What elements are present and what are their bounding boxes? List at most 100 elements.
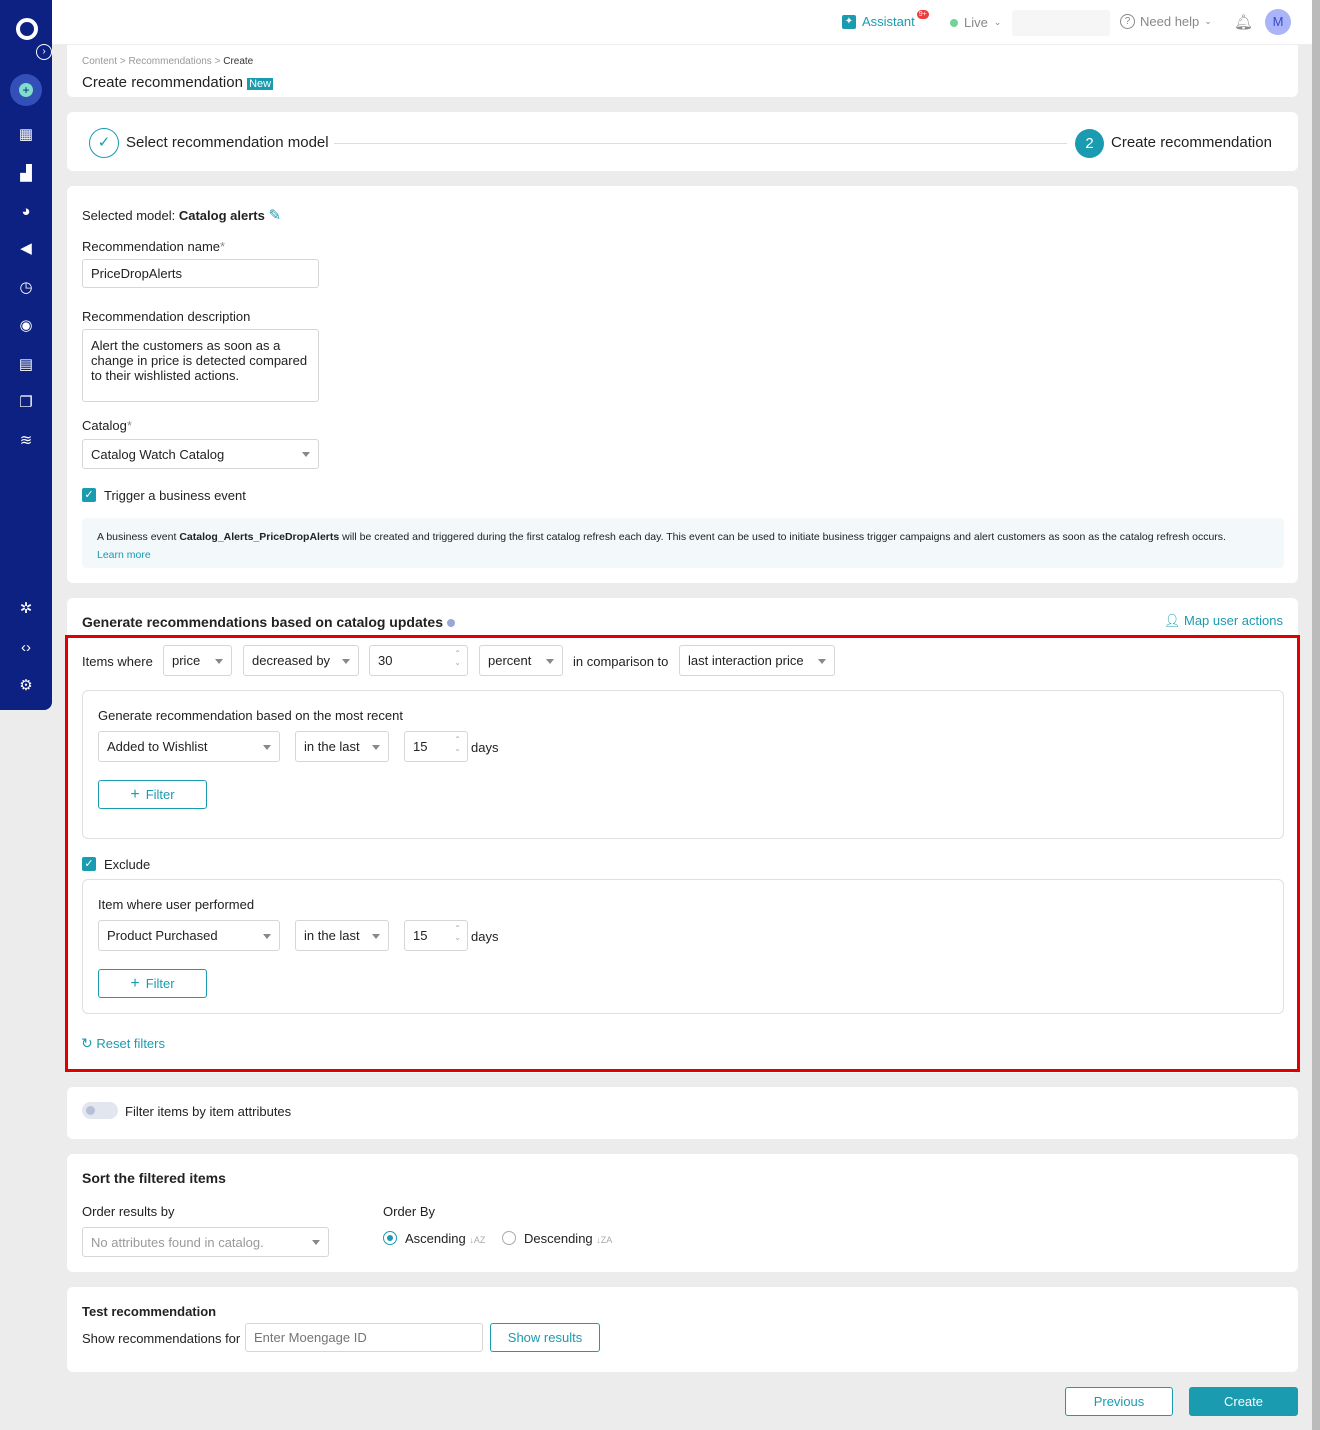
breadcrumb-content[interactable]: Content <box>82 56 117 67</box>
catalog-dropdown[interactable]: Catalog Watch Catalog <box>82 439 319 469</box>
plus-icon: + <box>130 974 140 992</box>
live-status-dot <box>950 18 958 27</box>
exclude-label: Exclude <box>104 857 151 872</box>
test-title: Test recommendation <box>82 1304 217 1319</box>
user-icon[interactable]: ◉ <box>17 317 35 335</box>
event-name: Catalog_Alerts_PriceDropAlerts <box>179 531 340 543</box>
dashboard-icon[interactable]: ▦ <box>17 126 35 144</box>
campaign-icon[interactable]: ◀ <box>17 240 35 258</box>
create-icon[interactable]: + <box>10 74 42 106</box>
gallery-icon[interactable]: ❐ <box>17 394 35 412</box>
database-icon[interactable]: ≋ <box>17 432 35 450</box>
sort-desc-icon: ↓ZA <box>596 1235 613 1245</box>
timer-icon[interactable]: ◷ <box>17 279 35 297</box>
chevron-down-icon: ⌄ <box>993 17 1002 27</box>
trigger-event-checkbox[interactable]: ✓ <box>82 488 96 502</box>
details-card: Selected model: Catalog alerts ✎ Recomme… <box>67 186 1298 583</box>
create-button[interactable]: Create <box>1189 1387 1298 1416</box>
info-icon[interactable] <box>446 619 455 627</box>
breadcrumb-recommendations[interactable]: Recommendations <box>128 56 211 67</box>
name-label: Recommendation name* <box>82 239 226 254</box>
chevron-down-icon: ⌄ <box>1204 16 1212 26</box>
sort-asc-icon: ↓AZ <box>469 1235 486 1245</box>
recommendation-name-input[interactable]: PriceDropAlerts <box>82 259 319 288</box>
attribute-filter-toggle[interactable] <box>82 1102 118 1119</box>
help-icon: ? <box>1120 14 1135 29</box>
new-badge: New <box>247 78 274 90</box>
recent-label: Generate recommendation based on the mos… <box>98 708 403 723</box>
comparison-dropdown[interactable]: last interaction price <box>679 645 835 676</box>
settings-icon[interactable]: ⚙ <box>17 677 35 695</box>
breadcrumb-create: Create <box>223 56 254 67</box>
recent-action-dropdown[interactable]: Added to Wishlist <box>98 731 280 762</box>
trigger-event-label: Trigger a business event <box>104 488 246 503</box>
plus-icon: + <box>130 785 140 803</box>
exclude-days-input[interactable]: 15 <box>404 920 468 951</box>
environment-dropdown[interactable]: Live ⌄ <box>950 15 1001 30</box>
assistant-icon: ✦ <box>842 14 856 29</box>
notification-badge: 9+ <box>916 10 929 19</box>
code-icon[interactable]: ‹› <box>17 639 35 657</box>
reset-icon: ↻ <box>81 1035 93 1051</box>
recent-days-input[interactable]: 15 <box>404 731 468 762</box>
avatar[interactable]: M <box>1265 9 1291 35</box>
catalog-label: Catalog* <box>82 418 132 433</box>
learn-more-link[interactable]: Learn more <box>97 549 151 561</box>
add-exclude-filter-button[interactable]: + Filter <box>98 969 207 998</box>
workspace-selector[interactable] <box>1012 10 1110 36</box>
scrollbar[interactable] <box>1312 0 1320 1430</box>
moengage-id-input[interactable] <box>245 1323 483 1352</box>
descending-radio[interactable] <box>502 1231 516 1245</box>
stepper: ✓ Select recommendation model 2 Create r… <box>67 112 1298 171</box>
business-event-info: A business event Catalog_Alerts_PriceDro… <box>82 518 1284 568</box>
page-title: Create recommendation New <box>82 74 274 91</box>
comparison-label: in comparison to <box>573 654 669 669</box>
exclude-action-dropdown[interactable]: Product Purchased <box>98 920 280 951</box>
help-label: Need help <box>1140 14 1200 29</box>
step-connector <box>334 143 1067 144</box>
ascending-option[interactable]: Ascending ↓AZ <box>405 1231 485 1246</box>
selected-model: Selected model: Catalog alerts ✎ <box>82 207 282 224</box>
previous-button[interactable]: Previous <box>1065 1387 1173 1416</box>
assistant-button[interactable]: ✦ Assistant 9+ <box>842 10 933 29</box>
sort-title: Sort the filtered items <box>82 1170 226 1186</box>
descending-option[interactable]: Descending ↓ZA <box>524 1231 612 1246</box>
header-card: Content > Recommendations > Create Creat… <box>67 45 1298 97</box>
amount-input[interactable]: 30 <box>369 645 468 676</box>
unit-dropdown[interactable]: percent <box>479 645 563 676</box>
edit-icon[interactable]: ✎ <box>268 207 281 224</box>
operator-dropdown[interactable]: decreased by <box>243 645 359 676</box>
segment-icon[interactable]: ◕ <box>17 203 35 221</box>
integrations-icon[interactable]: ✲ <box>17 600 35 618</box>
step-2-label: Create recommendation <box>1111 134 1272 151</box>
map-user-actions-link[interactable]: 👤︎ Map user actions <box>1164 613 1283 629</box>
add-filter-button[interactable]: + Filter <box>98 780 207 809</box>
assistant-label: Assistant <box>862 14 915 29</box>
days-label: days <box>471 929 499 944</box>
section-title: Generate recommendations based on catalo… <box>82 614 455 630</box>
attribute-dropdown[interactable]: price <box>163 645 232 676</box>
bell-icon[interactable]: 🔔︎ <box>1234 13 1253 31</box>
environment-label: Live <box>964 15 988 30</box>
exclude-action-label: Item where user performed <box>98 897 255 912</box>
recent-time-dropdown[interactable]: in the last <box>295 731 389 762</box>
user-settings-icon: 👤︎ <box>1163 613 1181 628</box>
profile-icon[interactable] <box>16 18 38 40</box>
order-by-label: Order By <box>383 1204 436 1219</box>
description-textarea[interactable]: Alert the customers as soon as a change … <box>82 329 319 402</box>
step-1-label[interactable]: Select recommendation model <box>126 134 329 151</box>
attribute-filter-card: Filter items by item attributes <box>67 1087 1298 1139</box>
analytics-icon[interactable]: ▟ <box>17 165 35 183</box>
order-attribute-dropdown[interactable]: No attributes found in catalog. <box>82 1227 329 1257</box>
show-results-button[interactable]: Show results <box>490 1323 600 1352</box>
reset-filters-button[interactable]: ↻ Reset filters <box>81 1035 165 1052</box>
days-label: days <box>471 740 499 755</box>
help-dropdown[interactable]: ? Need help ⌄ <box>1120 14 1212 29</box>
exclude-time-dropdown[interactable]: in the last <box>295 920 389 951</box>
ascending-radio[interactable] <box>383 1231 397 1245</box>
exclude-checkbox[interactable]: ✓ <box>82 857 96 871</box>
expand-sidebar-icon[interactable]: › <box>36 44 52 60</box>
step-2-number: 2 <box>1075 129 1104 158</box>
check-icon: ✓ <box>89 128 119 158</box>
content-icon[interactable]: ▤ <box>17 356 35 374</box>
